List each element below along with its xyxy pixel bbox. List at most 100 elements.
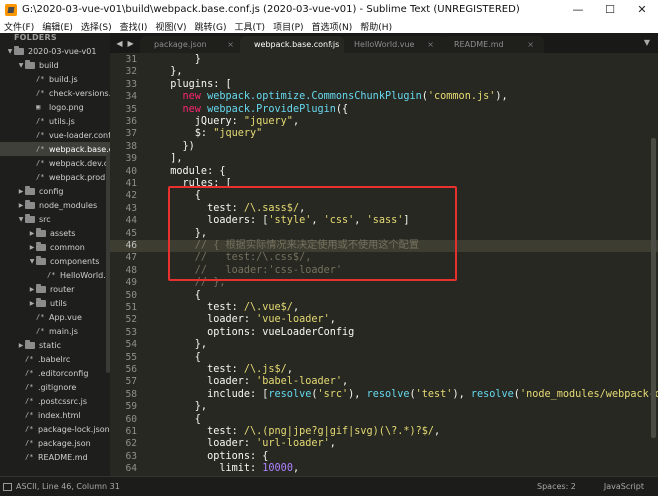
minimize-button[interactable]: — bbox=[562, 0, 594, 19]
code-line[interactable]: 44 loaders: ['style', 'css', 'sass'] bbox=[110, 215, 658, 227]
menu-edit[interactable]: 编辑(E) bbox=[38, 20, 77, 33]
code-line[interactable]: 62 loader: 'url-loader', bbox=[110, 438, 658, 450]
sidebar-file[interactable]: /*webpack.dev.conf.js bbox=[0, 156, 110, 170]
menu-file[interactable]: 文件(F) bbox=[0, 20, 38, 33]
chevron-right-icon[interactable]: ▶ bbox=[17, 342, 25, 349]
menu-selection[interactable]: 选择(S) bbox=[77, 20, 116, 33]
sidebar-folder[interactable]: ▶router bbox=[0, 282, 110, 296]
tab-readme-md[interactable]: README.md × bbox=[440, 36, 544, 53]
code-line[interactable]: 35 new webpack.ProvidePlugin({ bbox=[110, 104, 658, 116]
code-line[interactable]: 56 test: /\.js$/, bbox=[110, 364, 658, 376]
sidebar-file[interactable]: /*.editorconfig bbox=[0, 366, 110, 380]
sidebar-file[interactable]: /*utils.js bbox=[0, 114, 110, 128]
sidebar-folder[interactable]: ▶config bbox=[0, 184, 110, 198]
sidebar-folder[interactable]: ▼2020-03-vue-v01 bbox=[0, 44, 110, 58]
tab-prev-icon[interactable]: ◀ bbox=[116, 39, 122, 48]
code-line[interactable]: 53 options: vueLoaderConfig bbox=[110, 327, 658, 339]
sidebar-folder[interactable]: ▶static bbox=[0, 338, 110, 352]
code-line[interactable]: 40 module: { bbox=[110, 166, 658, 178]
tab-close-icon[interactable]: × bbox=[327, 40, 334, 49]
sidebar-file[interactable]: /*webpack.prod.conf.js bbox=[0, 170, 110, 184]
chevron-right-icon[interactable]: ▶ bbox=[28, 286, 36, 293]
code-line[interactable]: 39 ], bbox=[110, 153, 658, 165]
chevron-right-icon[interactable]: ▶ bbox=[17, 188, 25, 195]
code-line[interactable]: 57 loader: 'babel-loader', bbox=[110, 376, 658, 388]
sidebar-file[interactable]: /*main.js bbox=[0, 324, 110, 338]
code-line[interactable]: 31 } bbox=[110, 54, 658, 66]
code-line[interactable]: 54 }, bbox=[110, 339, 658, 351]
code-line[interactable]: 52 loader: 'vue-loader', bbox=[110, 314, 658, 326]
editor-scrollbar[interactable] bbox=[651, 138, 656, 438]
code-editor[interactable]: 31 }32 },33 plugins: [34 new webpack.opt… bbox=[110, 53, 658, 476]
sidebar-folder[interactable]: ▶common bbox=[0, 240, 110, 254]
menu-view[interactable]: 视图(V) bbox=[151, 20, 190, 33]
code-line[interactable]: 50 { bbox=[110, 290, 658, 302]
chevron-right-icon[interactable]: ▶ bbox=[28, 230, 36, 237]
panel-toggle-icon[interactable] bbox=[3, 483, 12, 491]
code-line[interactable]: 63 options: { bbox=[110, 451, 658, 463]
sidebar-file[interactable]: /*index.html bbox=[0, 408, 110, 422]
tab-close-icon[interactable]: × bbox=[527, 40, 534, 49]
sidebar-file[interactable]: /*HelloWorld.vue bbox=[0, 268, 110, 282]
sidebar-folder[interactable]: ▼src bbox=[0, 212, 110, 226]
code-line[interactable]: 33 plugins: [ bbox=[110, 79, 658, 91]
maximize-button[interactable]: ☐ bbox=[594, 0, 626, 19]
code-line[interactable]: 41 rules: [ bbox=[110, 178, 658, 190]
sidebar-folder[interactable]: ▶node_modules bbox=[0, 198, 110, 212]
tab-close-icon[interactable]: × bbox=[427, 40, 434, 49]
code-line[interactable]: 60 { bbox=[110, 414, 658, 426]
sidebar-file[interactable]: /*.postcssrc.js bbox=[0, 394, 110, 408]
chevron-right-icon[interactable]: ▶ bbox=[28, 244, 36, 251]
menu-tools[interactable]: 工具(T) bbox=[231, 20, 270, 33]
chevron-down-icon[interactable]: ▼ bbox=[28, 258, 36, 265]
sidebar-file[interactable]: ▣logo.png bbox=[0, 100, 110, 114]
chevron-down-icon[interactable]: ▼ bbox=[17, 62, 25, 69]
tab-close-icon[interactable]: × bbox=[227, 40, 234, 49]
chevron-right-icon[interactable]: ▶ bbox=[17, 202, 25, 209]
code-line[interactable]: 49 // }, bbox=[110, 277, 658, 289]
sidebar-file[interactable]: /*webpack.base.conf.js bbox=[0, 142, 110, 156]
status-syntax[interactable]: JavaScript bbox=[590, 482, 658, 491]
sidebar-folder[interactable]: ▼components bbox=[0, 254, 110, 268]
code-line[interactable]: 61 test: /\.(png|jpe?g|gif|svg)(\?.*)?$/… bbox=[110, 426, 658, 438]
sidebar-file[interactable]: /*.babelrc bbox=[0, 352, 110, 366]
code-line[interactable]: 46 // { 根据实际情况来决定使用或不使用这个配置 bbox=[110, 240, 658, 252]
chevron-right-icon[interactable]: ▶ bbox=[28, 300, 36, 307]
tab-list-dropdown-icon[interactable]: ▼ bbox=[644, 38, 650, 47]
sidebar-file[interactable]: /*.gitignore bbox=[0, 380, 110, 394]
code-line[interactable]: 48 // loader:'css-loader' bbox=[110, 265, 658, 277]
status-indentation[interactable]: Spaces: 2 bbox=[523, 482, 590, 491]
menu-help[interactable]: 帮助(H) bbox=[356, 20, 396, 33]
code-line[interactable]: 51 test: /\.vue$/, bbox=[110, 302, 658, 314]
sidebar-file[interactable]: /*check-versions.js bbox=[0, 86, 110, 100]
sidebar-file[interactable]: /*package.json bbox=[0, 436, 110, 450]
code-line[interactable]: 58 include: [resolve('src'), resolve('te… bbox=[110, 389, 658, 401]
code-line[interactable]: 34 new webpack.optimize.CommonsChunkPlug… bbox=[110, 91, 658, 103]
code-line[interactable]: 42 { bbox=[110, 190, 658, 202]
menu-goto[interactable]: 跳转(G) bbox=[191, 20, 231, 33]
sidebar-file[interactable]: /*vue-loader.conf.js bbox=[0, 128, 110, 142]
close-button[interactable]: ✕ bbox=[626, 0, 658, 19]
code-line[interactable]: 37 $: "jquery" bbox=[110, 128, 658, 140]
sidebar-file[interactable]: /*build.js bbox=[0, 72, 110, 86]
menu-project[interactable]: 项目(P) bbox=[269, 20, 307, 33]
code-line[interactable]: 59 }, bbox=[110, 401, 658, 413]
tab-next-icon[interactable]: ▶ bbox=[128, 39, 134, 48]
menu-find[interactable]: 查找(I) bbox=[116, 20, 152, 33]
sidebar-folder[interactable]: ▶assets bbox=[0, 226, 110, 240]
tab-webpack-base-conf[interactable]: webpack.base.conf.js × bbox=[240, 36, 344, 53]
chevron-down-icon[interactable]: ▼ bbox=[6, 48, 14, 55]
code-line[interactable]: 36 jQuery: "jquery", bbox=[110, 116, 658, 128]
code-line[interactable]: 43 test: /\.sass$/, bbox=[110, 203, 658, 215]
sidebar-file[interactable]: /*package-lock.json bbox=[0, 422, 110, 436]
code-line[interactable]: 47 // test:/\.css$/, bbox=[110, 252, 658, 264]
sidebar-file[interactable]: /*README.md bbox=[0, 450, 110, 464]
code-line[interactable]: 64 limit: 10000, bbox=[110, 463, 658, 475]
sidebar-file[interactable]: /*App.vue bbox=[0, 310, 110, 324]
chevron-down-icon[interactable]: ▼ bbox=[17, 216, 25, 223]
tab-package-json[interactable]: package.json × bbox=[140, 36, 244, 53]
menu-preferences[interactable]: 首选项(N) bbox=[308, 20, 357, 33]
tab-helloworld-vue[interactable]: HelloWorld.vue × bbox=[340, 36, 444, 53]
code-line[interactable]: 55 { bbox=[110, 352, 658, 364]
sidebar-folder[interactable]: ▶utils bbox=[0, 296, 110, 310]
